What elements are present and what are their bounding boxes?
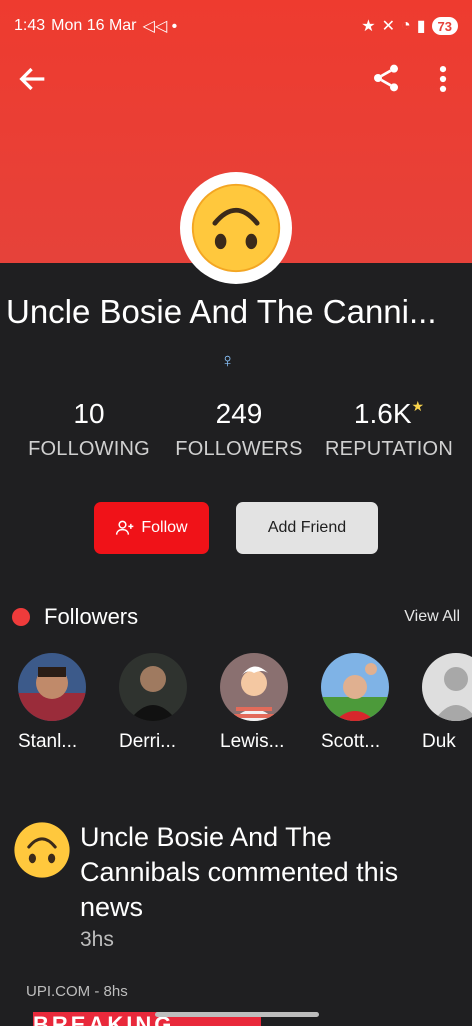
view-all-link[interactable]: View All — [404, 608, 460, 626]
activity-text: Uncle Bosie And The Cannibals commented … — [80, 822, 399, 922]
avatar — [119, 653, 187, 721]
follower-name: Scott... — [321, 731, 381, 752]
followers-section-header: Followers — [12, 604, 138, 630]
home-indicator[interactable] — [155, 1012, 319, 1017]
followers-label: FOLLOWERS — [175, 438, 303, 460]
avatar — [220, 653, 288, 721]
news-source: UPI.COM - 8hs — [26, 983, 128, 1000]
telegram-icon: ◁◁ • — [142, 18, 178, 35]
follower-item[interactable]: Scott... — [321, 653, 411, 753]
reputation-label: REPUTATION — [325, 438, 453, 460]
signal-icon: ▮ — [416, 18, 426, 35]
add-friend-button[interactable]: Add Friend — [236, 502, 378, 554]
following-label: FOLLOWING — [28, 438, 150, 460]
star-icon: ★ — [411, 398, 425, 414]
status-time: 1:43 — [14, 17, 46, 34]
star-icon: ★ — [361, 18, 376, 35]
more-options-icon[interactable] — [434, 62, 452, 101]
wifi-icon: ◔ — [401, 17, 411, 34]
follower-item[interactable]: Derri... — [119, 653, 209, 753]
status-bar: 1:43 Mon 16 Mar ◁◁ • ★ ✕ ◔ ▮ 73 — [14, 14, 458, 38]
avatar — [18, 653, 86, 721]
following-stat[interactable]: 10 FOLLOWING — [14, 398, 164, 461]
profile-stats: 10 FOLLOWING 249 FOLLOWERS 1.6K★ REPUTAT… — [14, 398, 464, 461]
battery-indicator: 73 — [431, 17, 458, 35]
section-dot-icon — [12, 608, 30, 626]
upside-down-face-icon — [12, 820, 72, 885]
following-count: 10 — [73, 398, 105, 429]
reputation-count: 1.6K — [353, 398, 412, 429]
profile-name: Uncle Bosie And The Canni... — [6, 293, 437, 330]
follow-button[interactable]: Follow — [94, 502, 209, 554]
source-separator: - — [94, 983, 100, 1000]
avatar — [321, 653, 389, 721]
follower-item[interactable]: Lewis... — [220, 653, 310, 753]
follower-name: Lewis... — [220, 731, 285, 752]
profile-avatar — [180, 172, 292, 284]
follow-label: Follow — [141, 519, 188, 536]
add-user-icon — [116, 520, 134, 535]
source-name: UPI.COM — [26, 983, 91, 1000]
share-icon[interactable] — [370, 62, 402, 99]
follower-name: Stanl... — [18, 731, 78, 752]
back-arrow-icon[interactable] — [16, 62, 50, 101]
gender-icon: ♀ — [220, 350, 235, 372]
follower-name: Derri... — [119, 731, 176, 752]
follower-item[interactable]: Stanl... — [18, 653, 108, 753]
avatar — [422, 653, 472, 721]
follower-name: Duk — [422, 731, 456, 752]
source-time: 8hs — [103, 983, 128, 1000]
mute-icon: ✕ — [381, 18, 396, 35]
upside-down-face-icon — [191, 183, 281, 273]
activity-time: 3hs — [80, 928, 114, 951]
followers-count: 249 — [215, 398, 263, 429]
follower-item[interactable]: Duk — [422, 653, 472, 753]
followers-section-title: Followers — [44, 604, 139, 629]
status-date: Mon 16 Mar — [51, 17, 137, 34]
add-friend-label: Add Friend — [267, 519, 347, 536]
reputation-stat[interactable]: 1.6K★ REPUTATION — [314, 398, 464, 461]
followers-list: Stanl... Derri... Lewis... Scott... Duk — [0, 653, 472, 753]
followers-stat[interactable]: 249 FOLLOWERS — [164, 398, 314, 461]
